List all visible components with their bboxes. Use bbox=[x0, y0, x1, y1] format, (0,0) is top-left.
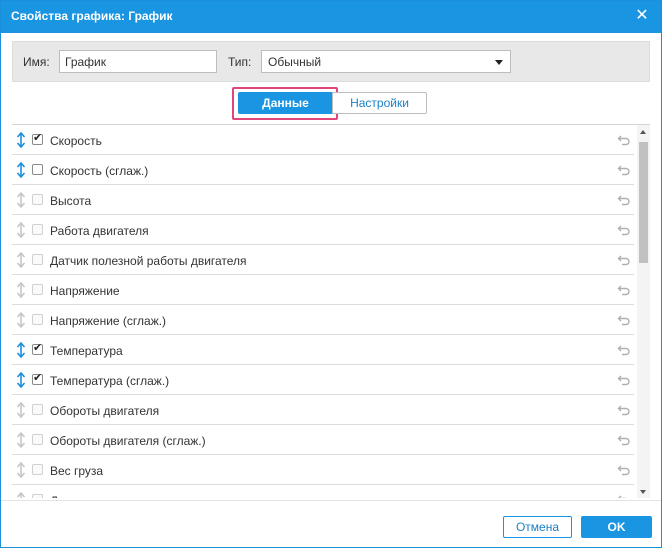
reset-icon[interactable] bbox=[617, 373, 631, 387]
reset-icon[interactable] bbox=[617, 133, 631, 147]
ok-button[interactable]: OK bbox=[581, 516, 652, 538]
reset-icon[interactable] bbox=[617, 463, 631, 477]
list-item-label: Работа двигателя bbox=[50, 224, 149, 238]
scrollbar-thumb[interactable] bbox=[639, 142, 648, 263]
drag-handle-icon[interactable] bbox=[16, 491, 26, 498]
checkmark-icon: ✔ bbox=[33, 372, 43, 384]
reset-icon[interactable] bbox=[617, 223, 631, 237]
reset-icon[interactable] bbox=[617, 403, 631, 417]
drag-handle-icon[interactable] bbox=[16, 251, 26, 269]
series-checkbox[interactable] bbox=[32, 494, 43, 498]
series-checkbox[interactable] bbox=[32, 314, 43, 325]
list-item[interactable]: Обороты двигателя bbox=[12, 395, 634, 425]
footer-divider bbox=[1, 500, 661, 501]
drag-handle-icon[interactable] bbox=[16, 131, 26, 149]
scroll-down-icon[interactable] bbox=[640, 490, 646, 494]
reset-icon[interactable] bbox=[617, 343, 631, 357]
list-item-label: Скорость (сглаж.) bbox=[50, 164, 149, 178]
list-item[interactable]: ✔ Температура bbox=[12, 335, 634, 365]
series-checkbox[interactable] bbox=[32, 464, 43, 475]
reset-icon[interactable] bbox=[617, 163, 631, 177]
list-item[interactable]: Скорость (сглаж.) bbox=[12, 155, 634, 185]
list-item[interactable]: ✔ Скорость bbox=[12, 125, 634, 155]
drag-handle-icon[interactable] bbox=[16, 311, 26, 329]
type-select-value: Обычный bbox=[268, 55, 322, 69]
list-item-label: Скорость bbox=[50, 134, 102, 148]
drag-handle-icon[interactable] bbox=[16, 281, 26, 299]
drag-handle-icon[interactable] bbox=[16, 401, 26, 419]
type-select[interactable]: Обычный bbox=[261, 50, 511, 73]
list-item[interactable]: Напряжение bbox=[12, 275, 634, 305]
series-checkbox[interactable] bbox=[32, 434, 43, 445]
list-item[interactable]: ✔ Температура (сглаж.) bbox=[12, 365, 634, 395]
drag-handle-icon[interactable] bbox=[16, 341, 26, 359]
list-item-label: Напряжение bbox=[50, 284, 120, 298]
drag-handle-icon[interactable] bbox=[16, 221, 26, 239]
reset-icon[interactable] bbox=[617, 313, 631, 327]
series-checkbox[interactable] bbox=[32, 164, 43, 175]
list-item-label: Датчики счетчиков bbox=[50, 494, 154, 498]
reset-icon[interactable] bbox=[617, 283, 631, 297]
tab-data[interactable]: Данные bbox=[238, 92, 333, 114]
series-checkbox[interactable] bbox=[32, 194, 43, 205]
series-checkbox[interactable]: ✔ bbox=[32, 342, 43, 355]
series-checkbox[interactable]: ✔ bbox=[32, 372, 43, 385]
series-checkbox[interactable]: ✔ bbox=[32, 132, 43, 145]
name-label: Имя: bbox=[23, 55, 50, 69]
list-item-label: Вес груза bbox=[50, 464, 104, 478]
reset-icon[interactable] bbox=[617, 193, 631, 207]
scroll-up-icon[interactable] bbox=[640, 130, 646, 134]
series-checkbox[interactable] bbox=[32, 404, 43, 415]
name-input[interactable] bbox=[59, 50, 217, 73]
list-item-label: Напряжение (сглаж.) bbox=[50, 314, 167, 328]
series-checkbox[interactable] bbox=[32, 254, 43, 265]
series-checkbox[interactable] bbox=[32, 284, 43, 295]
chart-properties-dialog: Свойства графика: График ✕ Имя: Тип: Обы… bbox=[0, 0, 662, 548]
list-item-label: Датчик полезной работы двигателя bbox=[50, 254, 247, 268]
data-series-list: ✔ Скорость Скорость (сглаж.) Высота Работа д… bbox=[12, 124, 650, 498]
drag-handle-icon[interactable] bbox=[16, 431, 26, 449]
series-checkbox[interactable] bbox=[32, 224, 43, 235]
type-label: Тип: bbox=[228, 55, 252, 69]
drag-handle-icon[interactable] bbox=[16, 161, 26, 179]
drag-handle-icon[interactable] bbox=[16, 461, 26, 479]
reset-icon[interactable] bbox=[617, 253, 631, 267]
drag-handle-icon[interactable] bbox=[16, 191, 26, 209]
list-item[interactable]: Обороты двигателя (сглаж.) bbox=[12, 425, 634, 455]
checkmark-icon: ✔ bbox=[33, 342, 43, 354]
list-item[interactable]: Вес груза bbox=[12, 455, 634, 485]
cancel-button[interactable]: Отмена bbox=[503, 516, 572, 538]
list-item-label: Обороты двигателя (сглаж.) bbox=[50, 434, 206, 448]
checkmark-icon: ✔ bbox=[33, 132, 43, 144]
dialog-title: Свойства графика: График bbox=[11, 9, 173, 23]
tab-settings[interactable]: Настройки bbox=[332, 92, 427, 114]
list-item-label: Обороты двигателя bbox=[50, 404, 160, 418]
reset-icon[interactable] bbox=[617, 433, 631, 447]
drag-handle-icon[interactable] bbox=[16, 371, 26, 389]
close-icon[interactable]: ✕ bbox=[635, 8, 649, 24]
list-item-label: Температура bbox=[50, 344, 123, 358]
list-item[interactable]: Работа двигателя bbox=[12, 215, 634, 245]
list-item-label: Высота bbox=[50, 194, 92, 208]
dialog-titlebar: Свойства графика: График ✕ bbox=[1, 1, 661, 33]
scrollbar[interactable] bbox=[637, 125, 650, 498]
chevron-down-icon bbox=[495, 60, 503, 65]
list-item[interactable]: Высота bbox=[12, 185, 634, 215]
reset-icon[interactable] bbox=[617, 493, 631, 498]
list-item[interactable]: Датчики счетчиков bbox=[12, 485, 634, 498]
list-item[interactable]: Напряжение (сглаж.) bbox=[12, 305, 634, 335]
list-item-label: Температура (сглаж.) bbox=[50, 374, 170, 388]
list-item[interactable]: Датчик полезной работы двигателя bbox=[12, 245, 634, 275]
properties-panel: Имя: Тип: Обычный bbox=[12, 41, 650, 82]
